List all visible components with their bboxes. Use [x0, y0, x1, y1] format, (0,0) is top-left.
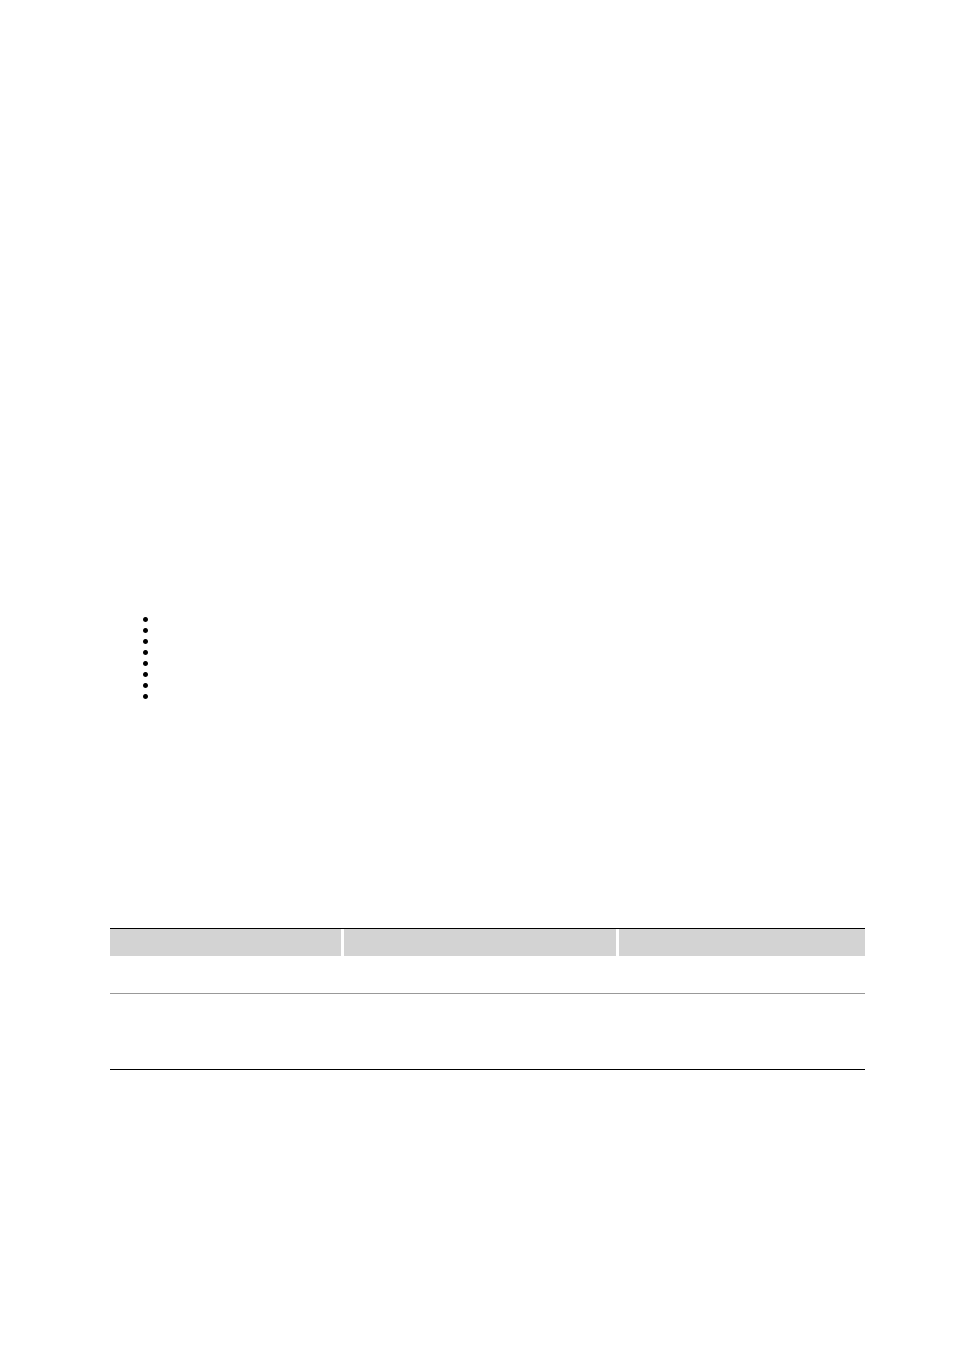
list-item — [143, 672, 163, 677]
bullet-icon — [143, 683, 148, 688]
table-cell — [345, 956, 620, 993]
bullet-icon — [143, 617, 148, 622]
table-cell — [345, 994, 620, 1069]
table-cell — [620, 994, 865, 1069]
list-item — [143, 650, 163, 655]
table-cell — [110, 994, 345, 1069]
table-cell — [110, 956, 345, 993]
bullet-icon — [143, 661, 148, 666]
list-item — [143, 639, 163, 644]
list-item — [143, 628, 163, 633]
list-item — [143, 683, 163, 688]
list-item — [143, 617, 163, 622]
table-header-cell — [345, 929, 616, 956]
table-row — [110, 956, 865, 994]
bullet-icon — [143, 650, 148, 655]
data-table — [110, 928, 865, 1070]
table-row — [110, 994, 865, 1070]
bullet-icon — [143, 694, 148, 699]
list-item — [143, 661, 163, 666]
bullet-icon — [143, 628, 148, 633]
table-cell — [620, 956, 865, 993]
table-header-cell — [110, 929, 341, 956]
bullet-icon — [143, 639, 148, 644]
list-item — [143, 694, 163, 699]
bullet-icon — [143, 672, 148, 677]
table-header — [110, 928, 865, 956]
table-header-cell — [620, 929, 865, 956]
bullet-list — [143, 617, 163, 705]
